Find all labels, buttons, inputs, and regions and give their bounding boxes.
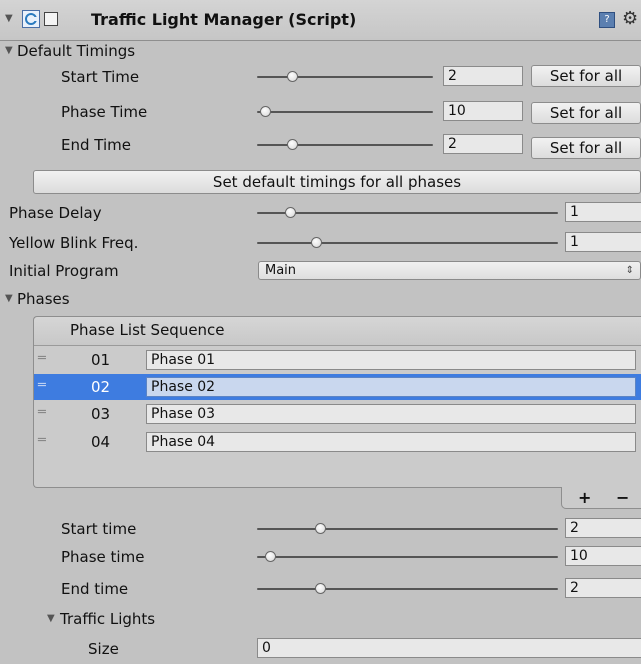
add-phase-button[interactable]: + — [578, 488, 591, 507]
slider-thumb[interactable] — [315, 583, 326, 594]
end-time-field[interactable]: 2 — [443, 134, 523, 154]
phase-time-field[interactable]: 10 — [565, 546, 641, 566]
phase-delay-label: Phase Delay — [9, 204, 102, 222]
initial-program-dropdown[interactable]: Main ⇕ — [258, 261, 641, 280]
end-time-label: End time — [61, 580, 129, 598]
drag-handle-icon[interactable]: ═ — [38, 351, 46, 366]
phase-time-slider[interactable] — [257, 546, 558, 566]
initial-program-row: Initial Program Main ⇕ — [0, 260, 641, 282]
phase-list-header: Phase List Sequence — [34, 317, 641, 346]
phase-index: 01 — [91, 351, 111, 369]
start-time-field[interactable]: 2 — [565, 518, 641, 538]
start-time-slider[interactable] — [257, 66, 433, 86]
drag-handle-icon[interactable]: ═ — [38, 433, 46, 448]
phase-end-time-row: End time 2 — [0, 578, 641, 600]
default-phase-time-row: Phase Time 10 Set for all — [0, 101, 641, 124]
traffic-lights-label: Traffic Lights — [60, 610, 156, 628]
component-header: ▼ Traffic Light Manager (Script) ? ⚙ — [0, 0, 641, 40]
start-time-field[interactable]: 2 — [443, 66, 523, 86]
set-default-timings-button[interactable]: Set default timings for all phases — [33, 170, 641, 194]
phases-label: Phases — [17, 290, 70, 308]
phases-foldout[interactable]: ▼ Phases — [0, 288, 641, 310]
phase-delay-row: Phase Delay 1 — [0, 202, 641, 224]
slider-thumb[interactable] — [311, 237, 322, 248]
size-field[interactable]: 0 — [257, 638, 641, 658]
size-label: Size — [88, 640, 119, 658]
dropdown-arrows-icon: ⇕ — [625, 265, 634, 276]
phase-name-field[interactable]: Phase 04 — [146, 432, 636, 452]
foldout-arrow-icon[interactable]: ▼ — [5, 9, 13, 29]
default-timings-foldout[interactable]: ▼ Default Timings — [0, 40, 641, 62]
start-time-slider[interactable] — [257, 518, 558, 538]
phase-delay-field[interactable]: 1 — [565, 202, 641, 222]
slider-thumb[interactable] — [265, 551, 276, 562]
phase-time-label: Phase Time — [61, 103, 148, 121]
default-end-time-row: End Time 2 Set for all — [0, 134, 641, 159]
phase-index: 02 — [91, 378, 111, 396]
start-time-label: Start time — [61, 520, 137, 538]
default-timings-label: Default Timings — [17, 42, 136, 60]
end-time-slider[interactable] — [257, 578, 558, 598]
phase-delay-slider[interactable] — [257, 202, 558, 222]
end-time-field[interactable]: 2 — [565, 578, 641, 598]
yellow-blink-row: Yellow Blink Freq. 1 — [0, 232, 641, 254]
start-time-set-all-button[interactable]: Set for all — [531, 65, 641, 87]
phase-start-time-row: Start time 2 — [0, 518, 641, 540]
yellow-blink-slider[interactable] — [257, 232, 558, 252]
phase-time-slider[interactable] — [257, 101, 433, 121]
traffic-lights-size-row: Size 0 — [0, 638, 641, 660]
help-book-icon[interactable]: ? — [599, 12, 615, 28]
phase-name-field[interactable]: Phase 01 — [146, 350, 636, 370]
phase-index: 03 — [91, 405, 111, 423]
phase-list-item[interactable]: ═ 03 Phase 03 — [34, 400, 641, 428]
foldout-arrow-icon: ▼ — [47, 613, 55, 624]
end-time-set-all-button[interactable]: Set for all — [531, 137, 641, 159]
remove-phase-button[interactable]: − — [616, 488, 629, 507]
slider-thumb[interactable] — [315, 523, 326, 534]
phase-time-label: Phase time — [61, 548, 145, 566]
end-time-slider[interactable] — [257, 134, 433, 154]
enabled-checkbox[interactable] — [44, 12, 58, 26]
initial-program-label: Initial Program — [9, 262, 119, 280]
yellow-blink-label: Yellow Blink Freq. — [9, 234, 139, 252]
phase-list-item[interactable]: ═ 01 Phase 01 — [34, 346, 641, 374]
end-time-label: End Time — [61, 136, 131, 154]
foldout-arrow-icon: ▼ — [5, 293, 13, 304]
gear-icon[interactable]: ⚙ — [622, 8, 638, 29]
drag-handle-icon[interactable]: ═ — [38, 378, 46, 393]
traffic-lights-foldout[interactable]: ▼ Traffic Lights — [0, 608, 641, 630]
slider-thumb[interactable] — [287, 139, 298, 150]
slider-thumb[interactable] — [260, 106, 271, 117]
phase-list-item-selected[interactable]: ═ 02 Phase 02 — [34, 374, 641, 400]
default-start-time-row: Start Time 2 Set for all — [0, 65, 641, 88]
phase-time-set-all-button[interactable]: Set for all — [531, 102, 641, 124]
foldout-arrow-icon: ▼ — [5, 45, 13, 56]
slider-thumb[interactable] — [285, 207, 296, 218]
phase-index: 04 — [91, 433, 111, 451]
phase-name-field[interactable]: Phase 03 — [146, 404, 636, 424]
drag-handle-icon[interactable]: ═ — [38, 405, 46, 420]
phase-list-item[interactable]: ═ 04 Phase 04 — [34, 428, 641, 456]
phase-name-field[interactable]: Phase 02 — [146, 377, 636, 397]
yellow-blink-field[interactable]: 1 — [565, 232, 641, 252]
list-footer: + − — [561, 487, 641, 509]
csharp-script-icon — [22, 10, 40, 28]
slider-thumb[interactable] — [287, 71, 298, 82]
phase-phase-time-row: Phase time 10 — [0, 546, 641, 568]
phase-list-title: Phase List Sequence — [70, 321, 225, 339]
phase-time-field[interactable]: 10 — [443, 101, 523, 121]
start-time-label: Start Time — [61, 68, 140, 86]
dropdown-value: Main — [265, 263, 297, 278]
component-title: Traffic Light Manager (Script) — [91, 10, 357, 29]
